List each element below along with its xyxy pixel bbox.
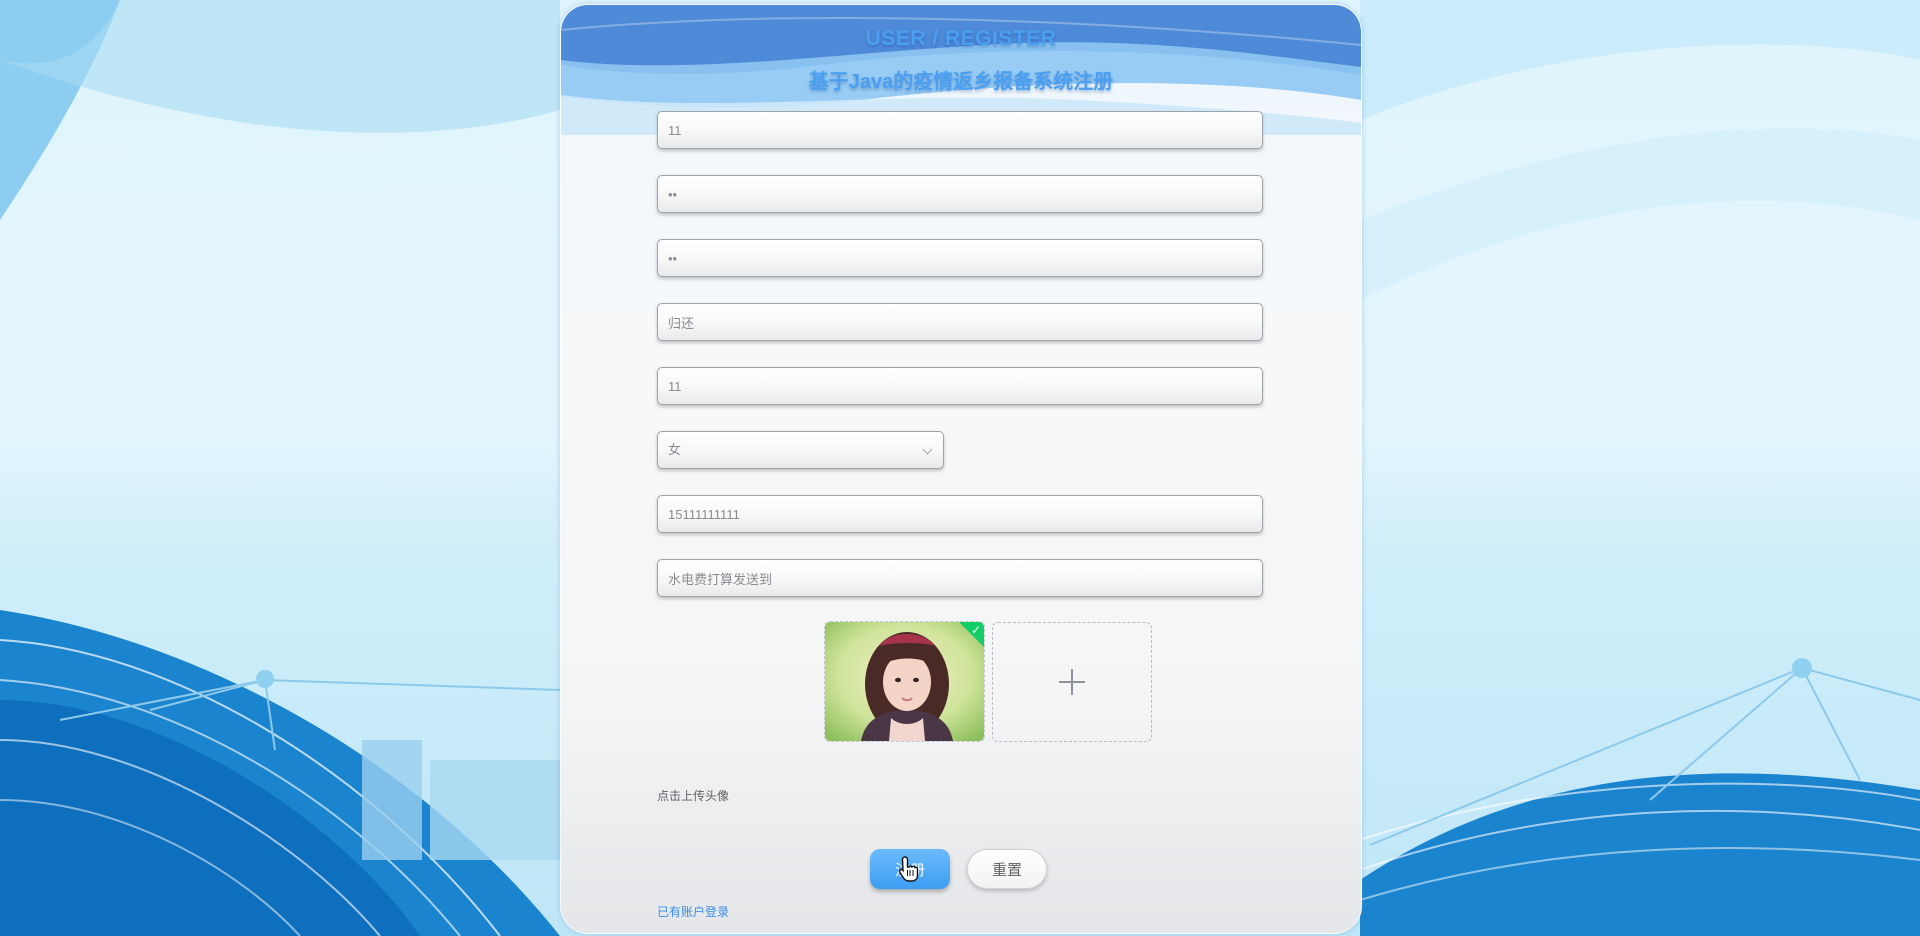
chevron-down-icon — [922, 444, 933, 455]
phone-input[interactable] — [657, 495, 1263, 533]
avatar-image — [825, 622, 984, 741]
confirm-password-input[interactable] — [657, 239, 1263, 277]
page-title-cn: 基于Java的疫情返乡报备系统注册 — [808, 71, 1114, 93]
hand-cursor-icon — [898, 856, 919, 882]
avatar-upload-hint: 点击上传头像 — [657, 789, 730, 803]
avatar-preview[interactable]: ✓ — [824, 621, 985, 742]
address-input[interactable] — [657, 559, 1263, 597]
name-input[interactable] — [657, 303, 1263, 341]
account-input[interactable] — [657, 111, 1263, 149]
avatar-upload-button[interactable] — [992, 622, 1152, 742]
password-input[interactable] — [657, 175, 1263, 213]
page-title-en: USER / REGISTER — [865, 27, 1057, 50]
gender-select-value: 女 — [668, 442, 682, 457]
info-input[interactable] — [657, 367, 1263, 405]
gender-select[interactable]: 女 — [657, 431, 944, 469]
register-card: USER / REGISTER 基于Java的疫情返乡报备系统注册 女 — [560, 4, 1362, 934]
check-icon: ✓ — [970, 623, 982, 637]
reset-button[interactable]: 重置 — [967, 849, 1047, 889]
login-link[interactable]: 已有账户登录 — [657, 903, 729, 920]
